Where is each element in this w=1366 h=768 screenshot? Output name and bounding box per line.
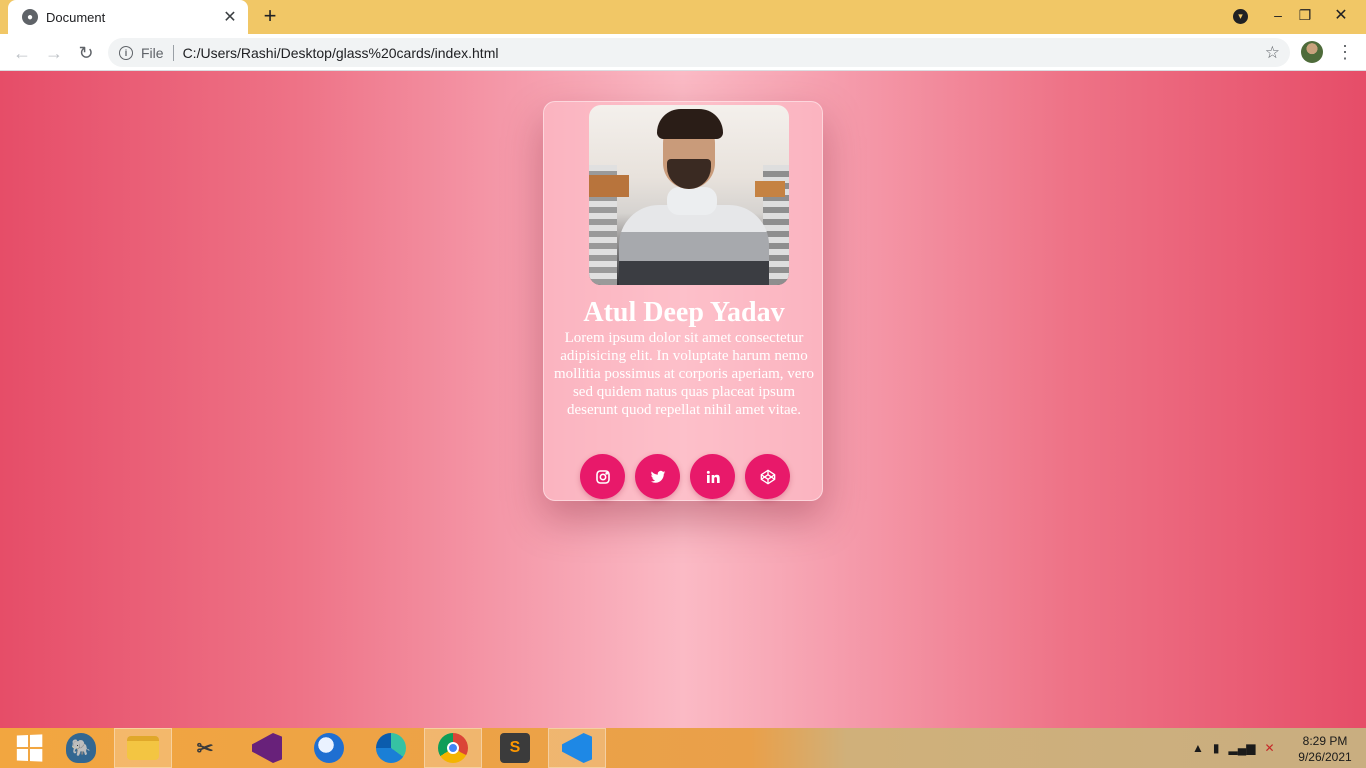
url-text[interactable]: C:/Users/Rashi/Desktop/glass%20cards/ind…: [183, 45, 499, 61]
info-icon[interactable]: i: [119, 45, 133, 60]
folder-icon: [127, 736, 159, 760]
close-window-button[interactable]: ✕: [1318, 0, 1364, 30]
address-bar[interactable]: i File C:/Users/Rashi/Desktop/glass%20ca…: [108, 38, 1290, 67]
edge-icon: [376, 733, 406, 763]
globe-icon: ●: [22, 9, 38, 25]
vscode-icon: [562, 733, 592, 763]
battery-icon[interactable]: ▮: [1213, 741, 1220, 755]
browser-tab[interactable]: ● Document ✕: [8, 0, 248, 34]
visual-studio-icon: [252, 733, 282, 763]
browser-titlebar: ● Document ✕ + ▾ – ❐ ✕: [0, 0, 1366, 34]
social-links: [580, 454, 790, 499]
linkedin-icon: [706, 470, 720, 483]
start-button[interactable]: [0, 728, 58, 768]
omnibox-divider: [172, 44, 174, 61]
page-viewport: Atul Deep Yadav Lorem ipsum dolor sit am…: [0, 71, 1366, 728]
minimize-button[interactable]: –: [1263, 0, 1293, 30]
taskbar-edge[interactable]: [362, 728, 420, 768]
taskbar-clock[interactable]: 8:29 PM 9/26/2021: [1290, 733, 1360, 765]
volume-muted-icon[interactable]: ✕: [1264, 741, 1274, 755]
profile-name: Atul Deep Yadav: [583, 297, 785, 328]
show-hidden-icons-icon[interactable]: ▲: [1192, 741, 1204, 755]
back-button[interactable]: ←: [10, 41, 34, 65]
restore-button[interactable]: ❐: [1290, 0, 1320, 30]
taskbar-file-explorer[interactable]: [114, 728, 172, 768]
scissors-icon: ✂: [196, 737, 214, 760]
browser-menu-icon[interactable]: ⋮: [1336, 41, 1354, 63]
taskbar-visual-studio[interactable]: [238, 728, 296, 768]
codepen-icon: [760, 469, 775, 484]
system-tray: ▲ ▮ ▂▄▆ ✕: [1192, 728, 1275, 768]
profile-description: Lorem ipsum dolor sit amet consectetur a…: [554, 330, 814, 418]
browser-toolbar: ← → ↻ i File C:/Users/Rashi/Desktop/glas…: [0, 34, 1366, 71]
instagram-button[interactable]: [580, 454, 625, 499]
linkedin-button[interactable]: [690, 454, 735, 499]
bookmark-star-icon[interactable]: ☆: [1265, 43, 1280, 63]
tab-search-icon[interactable]: ▾: [1233, 9, 1248, 24]
taskbar-sublime-text[interactable]: S: [486, 728, 544, 768]
clock-date: 9/26/2021: [1298, 750, 1352, 764]
reload-button[interactable]: ↻: [74, 41, 98, 65]
twitter-icon: [650, 470, 665, 483]
twitter-button[interactable]: [635, 454, 680, 499]
windows-taskbar: 🐘 ✂ S ▲ ▮ ▂▄▆ ✕ 8:29 PM 9/26/2021: [0, 728, 1366, 768]
thunderbird-icon: [314, 733, 344, 763]
profile-card: Atul Deep Yadav Lorem ipsum dolor sit am…: [543, 101, 823, 501]
url-scheme: File: [141, 44, 164, 61]
network-icon[interactable]: ▂▄▆: [1229, 741, 1256, 755]
taskbar-pgadmin[interactable]: 🐘: [52, 728, 110, 768]
new-tab-button[interactable]: +: [259, 5, 281, 27]
elephant-icon: 🐘: [66, 733, 96, 763]
taskbar-vscode[interactable]: [548, 728, 606, 768]
profile-avatar[interactable]: [1301, 41, 1323, 63]
windows-logo-icon: [16, 734, 43, 762]
profile-photo: [589, 105, 789, 285]
tab-close-button[interactable]: ✕: [222, 7, 238, 27]
forward-button[interactable]: →: [42, 41, 66, 65]
instagram-icon: [595, 469, 610, 484]
taskbar-snipping-tool[interactable]: ✂: [176, 728, 234, 768]
taskbar-chrome[interactable]: [424, 728, 482, 768]
chrome-icon: [438, 733, 468, 763]
tab-title: Document: [46, 9, 106, 25]
clock-time: 8:29 PM: [1302, 734, 1348, 748]
taskbar-thunderbird[interactable]: [300, 728, 358, 768]
sublime-text-icon: S: [500, 733, 530, 763]
codepen-button[interactable]: [745, 454, 790, 499]
